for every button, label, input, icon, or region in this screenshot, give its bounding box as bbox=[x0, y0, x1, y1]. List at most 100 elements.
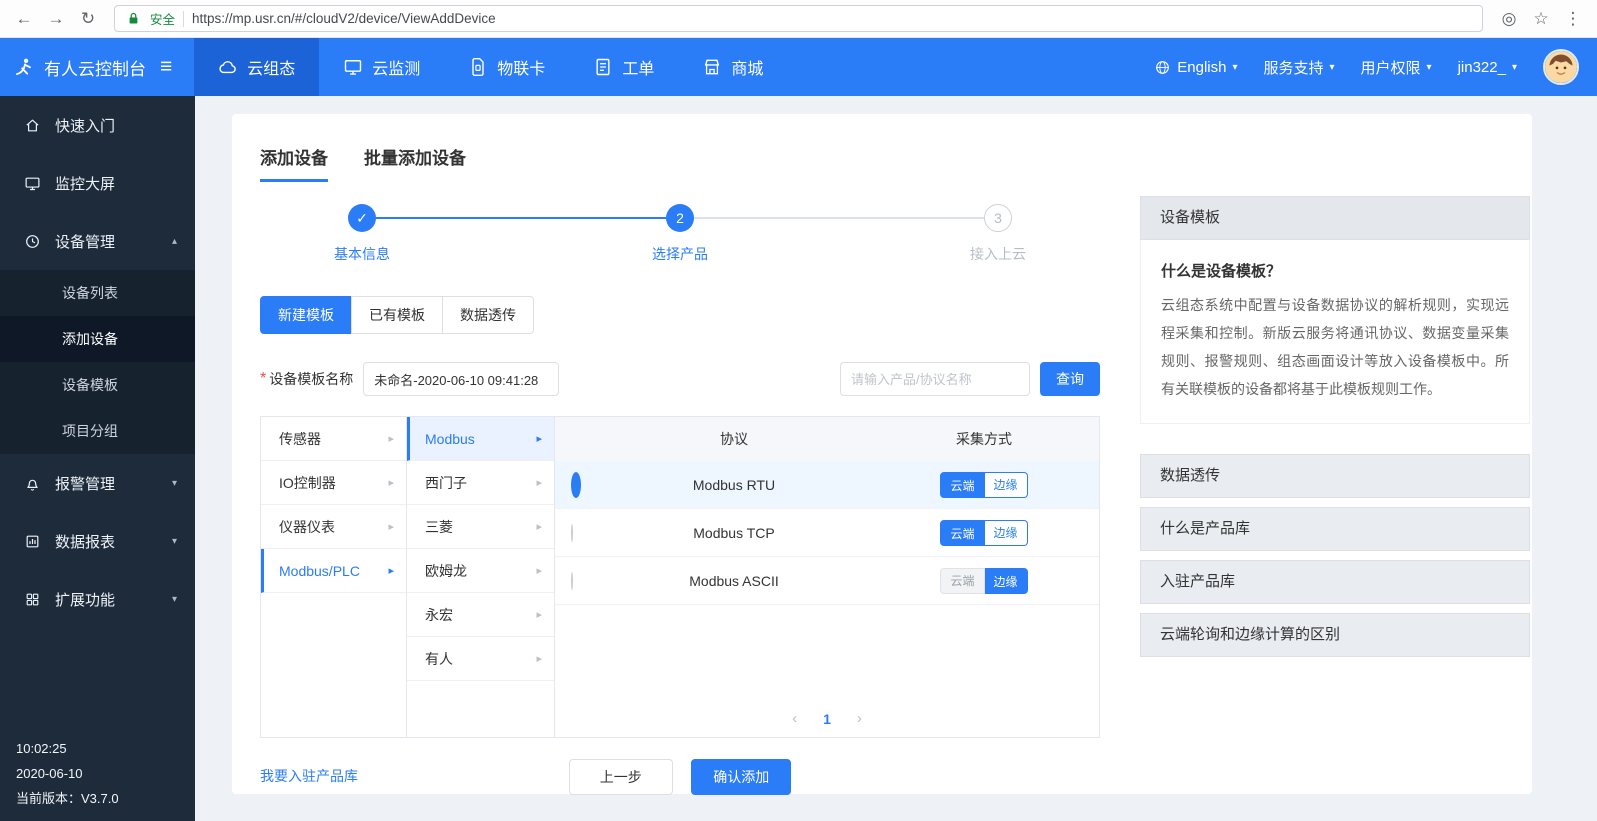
brand-label: Modbus bbox=[425, 431, 475, 447]
cloud-mode-button[interactable]: 云端 bbox=[940, 472, 984, 498]
nav-item-mall[interactable]: 商城 bbox=[678, 38, 787, 96]
forward-icon[interactable]: → bbox=[42, 5, 70, 33]
protocol-row-modbus-rtu[interactable]: Modbus RTU 云端 边缘 bbox=[555, 461, 1099, 509]
avatar[interactable] bbox=[1543, 49, 1579, 85]
tab-batch-add-device[interactable]: 批量添加设备 bbox=[364, 144, 466, 182]
tab-add-device[interactable]: 添加设备 bbox=[260, 144, 328, 182]
sidebar-footer: 10:02:25 2020-06-10 当前版本：V3.7.0 bbox=[16, 736, 119, 811]
sidebar-item-device-management[interactable]: 设备管理 ▴ bbox=[0, 212, 195, 270]
help-panel-device-template[interactable]: 设备模板 bbox=[1140, 196, 1530, 240]
template-form-row: * 设备模板名称 查询 bbox=[260, 362, 1100, 396]
sidebar-item-monitor-screen[interactable]: 监控大屏 bbox=[0, 154, 195, 212]
radio-unselected[interactable] bbox=[571, 572, 573, 590]
brand-siemens[interactable]: 西门子 ▸ bbox=[407, 461, 554, 505]
join-product-library-link[interactable]: 我要入驻产品库 bbox=[260, 766, 358, 786]
permissions-dropdown[interactable]: 用户权限 ▾ bbox=[1361, 57, 1432, 78]
category-label: 传感器 bbox=[279, 429, 321, 449]
protocol-row-modbus-ascii[interactable]: Modbus ASCII 云端 边缘 bbox=[555, 557, 1099, 605]
language-dropdown[interactable]: English ▾ bbox=[1154, 59, 1237, 76]
brand-omron[interactable]: 欧姆龙 ▸ bbox=[407, 549, 554, 593]
help-body: 什么是设备模板？ 云组态系统中配置与设备数据协议的解析规则，实现远程采集和控制。… bbox=[1140, 240, 1530, 424]
prev-page-icon[interactable]: ‹ bbox=[792, 710, 797, 727]
back-icon[interactable]: ← bbox=[10, 5, 38, 33]
help-panel-data-passthrough[interactable]: 数据透传 bbox=[1140, 454, 1530, 498]
clock-time: 10:02:25 bbox=[16, 736, 119, 761]
brand-mitsubishi[interactable]: 三菱 ▸ bbox=[407, 505, 554, 549]
brand-label: 欧姆龙 bbox=[425, 561, 467, 581]
nav-item-work-order[interactable]: 工单 bbox=[569, 38, 678, 96]
product-search-input[interactable] bbox=[840, 362, 1030, 396]
brand: 有人云控制台 bbox=[0, 55, 152, 80]
next-page-icon[interactable]: › bbox=[857, 710, 862, 727]
collapse-sidebar-icon[interactable]: ≡ bbox=[152, 55, 180, 79]
tab-new-template[interactable]: 新建模板 bbox=[260, 296, 352, 334]
brand-usr[interactable]: 有人 ▸ bbox=[407, 637, 554, 681]
sidebar-item-quick-start[interactable]: 快速入门 bbox=[0, 96, 195, 154]
cloud-mode-button[interactable]: 云端 bbox=[940, 568, 984, 594]
previous-step-button[interactable]: 上一步 bbox=[569, 759, 673, 795]
category-io-controller[interactable]: IO控制器 ▸ bbox=[261, 461, 406, 505]
sidebar-subitem-add-device[interactable]: 添加设备 bbox=[0, 316, 195, 362]
user-dropdown[interactable]: jin322_ ▾ bbox=[1458, 59, 1517, 76]
chevron-down-icon: ▾ bbox=[1232, 62, 1237, 73]
radio-unselected[interactable] bbox=[571, 524, 573, 542]
big-screen-icon bbox=[24, 175, 41, 192]
brand-modbus[interactable]: Modbus ▸ bbox=[407, 417, 554, 461]
sidebar-subitem-device-list[interactable]: 设备列表 bbox=[0, 270, 195, 316]
template-name-input[interactable] bbox=[363, 362, 559, 396]
site-settings-icon[interactable]: ◎ bbox=[1495, 5, 1523, 33]
query-button[interactable]: 查询 bbox=[1040, 362, 1100, 396]
protocol-table: 协议 采集方式 Modbus RTU 云端 边缘 bbox=[555, 417, 1099, 737]
tab-data-passthrough[interactable]: 数据透传 bbox=[442, 296, 534, 334]
chevron-right-icon: ▸ bbox=[536, 432, 542, 445]
tab-existing-template[interactable]: 已有模板 bbox=[351, 296, 443, 334]
confirm-add-button[interactable]: 确认添加 bbox=[691, 759, 791, 795]
category-list: 传感器 ▸ IO控制器 ▸ 仪器仪表 ▸ Modbus/PLC bbox=[261, 417, 407, 737]
help-panel-what-is-product-library[interactable]: 什么是产品库 bbox=[1140, 507, 1530, 551]
header-collect-mode: 采集方式 bbox=[869, 429, 1099, 449]
edge-mode-button[interactable]: 边缘 bbox=[985, 568, 1028, 594]
bookmark-star-icon[interactable]: ☆ bbox=[1527, 5, 1555, 33]
nav-item-cloud-monitor[interactable]: 云监测 bbox=[319, 38, 444, 96]
sidebar-item-label: 设备管理 bbox=[55, 231, 158, 252]
nav-item-iot-card[interactable]: 物联卡 bbox=[444, 38, 569, 96]
sidebar-item-alarm-management[interactable]: 报警管理 ▾ bbox=[0, 454, 195, 512]
edge-mode-button[interactable]: 边缘 bbox=[985, 472, 1028, 498]
protocol-row-modbus-tcp[interactable]: Modbus TCP 云端 边缘 bbox=[555, 509, 1099, 557]
edge-mode-button[interactable]: 边缘 bbox=[985, 520, 1028, 546]
step-number: 2 bbox=[666, 204, 694, 232]
chevron-right-icon: ▸ bbox=[388, 564, 394, 577]
support-dropdown[interactable]: 服务支持 ▾ bbox=[1263, 57, 1334, 78]
radio-selected[interactable] bbox=[571, 472, 581, 498]
category-modbus-plc[interactable]: Modbus/PLC ▸ bbox=[261, 549, 406, 593]
step-connector bbox=[376, 217, 666, 219]
address-bar[interactable]: 安全 https://mp.usr.cn/#/cloudV2/device/Vi… bbox=[114, 5, 1483, 32]
sidebar-subitem-device-template[interactable]: 设备模板 bbox=[0, 362, 195, 408]
page-number[interactable]: 1 bbox=[823, 711, 831, 727]
help-panel-join-product-library[interactable]: 入驻产品库 bbox=[1140, 560, 1530, 604]
nav-item-cloud-scada[interactable]: 云组态 bbox=[194, 38, 319, 96]
help-column: 设备模板 什么是设备模板？ 云组态系统中配置与设备数据协议的解析规则，实现远程采… bbox=[1140, 196, 1530, 794]
chevron-down-icon: ▾ bbox=[172, 594, 177, 605]
browser-menu-icon[interactable]: ⋮ bbox=[1559, 5, 1587, 33]
sidebar-item-extensions[interactable]: 扩展功能 ▾ bbox=[0, 570, 195, 628]
protocol-table-header: 协议 采集方式 bbox=[555, 417, 1099, 461]
brand-fatek[interactable]: 永宏 ▸ bbox=[407, 593, 554, 637]
step-connector bbox=[694, 217, 984, 219]
monitor-icon bbox=[343, 57, 363, 77]
nav-label: 云监测 bbox=[372, 55, 420, 79]
sidebar-subitem-project-group[interactable]: 项目分组 bbox=[0, 408, 195, 454]
cloud-mode-button[interactable]: 云端 bbox=[940, 520, 984, 546]
topnav-right: English ▾ 服务支持 ▾ 用户权限 ▾ jin322_ ▾ bbox=[1154, 49, 1597, 85]
help-panel-cloud-vs-edge[interactable]: 云端轮询和边缘计算的区别 bbox=[1140, 613, 1530, 657]
refresh-icon[interactable]: ↻ bbox=[74, 5, 102, 33]
category-instrument[interactable]: 仪器仪表 ▸ bbox=[261, 505, 406, 549]
device-icon bbox=[24, 233, 41, 250]
category-sensor[interactable]: 传感器 ▸ bbox=[261, 417, 406, 461]
chevron-right-icon: ▸ bbox=[388, 432, 394, 445]
protocol-name: Modbus TCP bbox=[599, 525, 869, 541]
grid-icon bbox=[24, 591, 41, 608]
page-tabs: 添加设备 批量添加设备 bbox=[260, 144, 1100, 182]
nav-label: 云组态 bbox=[247, 55, 295, 79]
sidebar-item-data-report[interactable]: 数据报表 ▾ bbox=[0, 512, 195, 570]
